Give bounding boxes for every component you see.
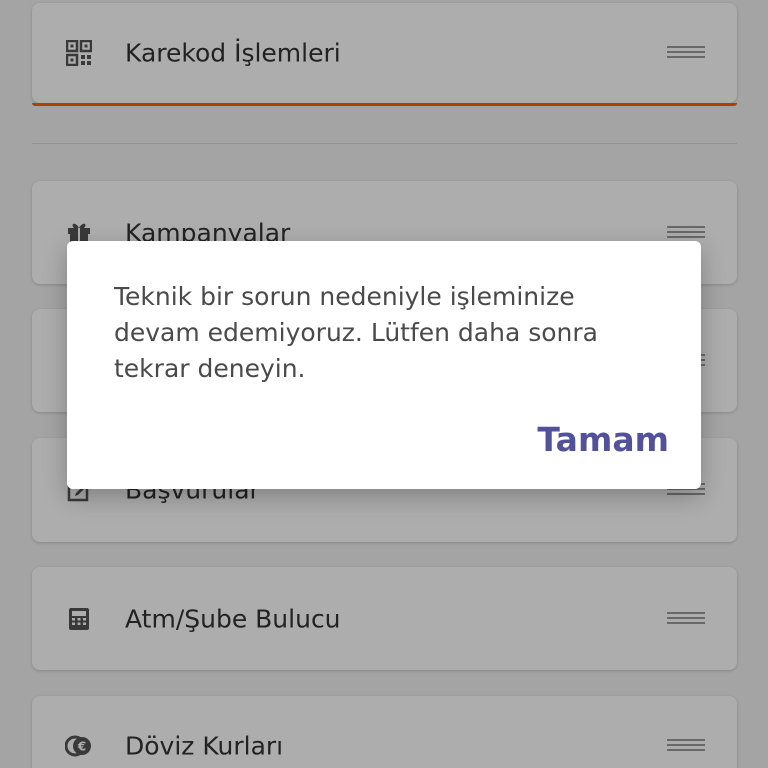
dialog-message: Teknik bir sorun nedeniyle işleminize de… [114,282,598,383]
ok-button[interactable]: Tamam [537,420,669,459]
error-dialog: Teknik bir sorun nedeniyle işleminize de… [67,241,701,489]
